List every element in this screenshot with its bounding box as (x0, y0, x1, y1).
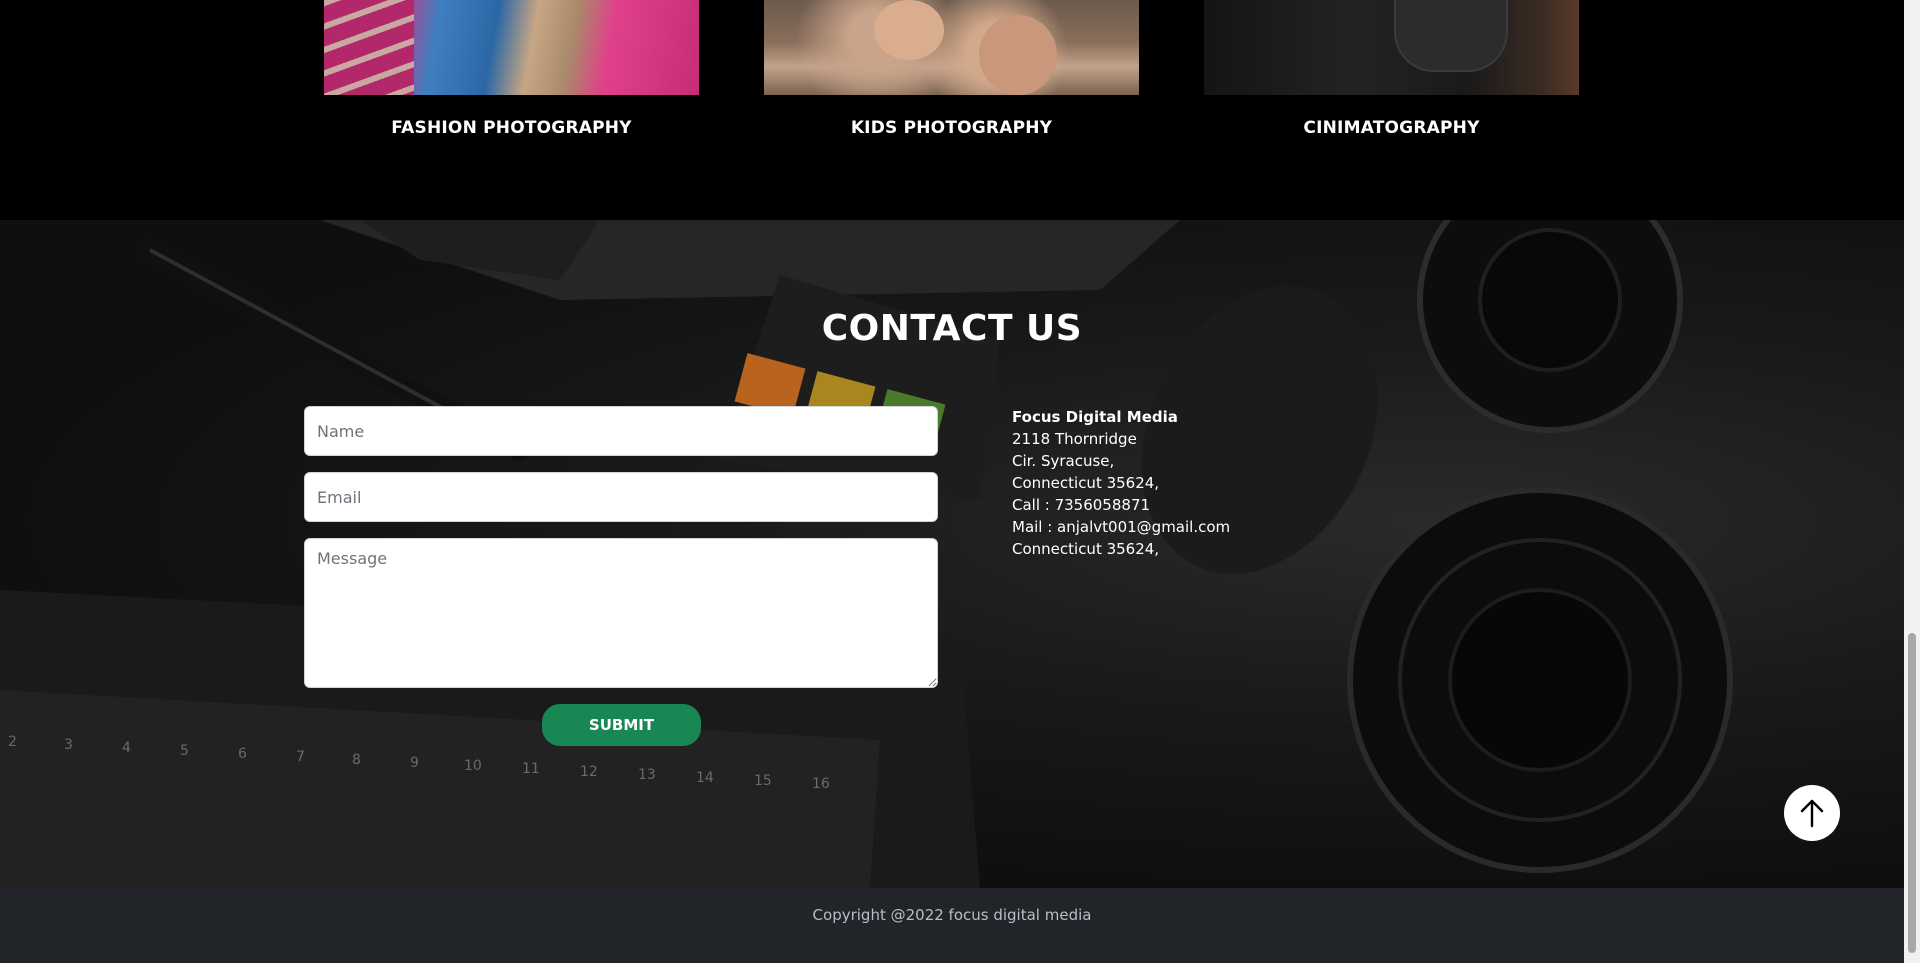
address-line: Connecticut 35624, (1012, 474, 1160, 492)
svg-text:7: 7 (296, 749, 305, 765)
fashion-photo (324, 0, 699, 95)
svg-text:2: 2 (8, 734, 17, 750)
contact-section: 2 3 4 5 6 7 8 9 10 11 12 13 14 15 16 CONTACT US SU… (0, 220, 1904, 888)
address-line: Cir. Syracuse, (1012, 452, 1115, 470)
arrow-up-icon (1800, 799, 1824, 828)
svg-text:6: 6 (238, 746, 247, 762)
address-line: Connecticut 35624, (1012, 540, 1160, 558)
page: FASHION PHOTOGRAPHY KIDS PHOTOGRAPHY CIN… (0, 0, 1904, 963)
svg-text:10: 10 (464, 758, 482, 774)
svg-text:14: 14 (696, 770, 714, 786)
kids-photo (764, 0, 1139, 95)
service-title: FASHION PHOTOGRAPHY (391, 118, 632, 138)
phone-text: Call : 7356058871 (1012, 496, 1151, 514)
page-scrollbar[interactable] (1904, 0, 1920, 963)
address-block: Focus Digital Media 2118 Thornridge Cir.… (1012, 406, 1230, 560)
contact-title: CONTACT US (821, 308, 1083, 349)
address-line: 2118 Thornridge (1012, 430, 1137, 448)
company-name: Focus Digital Media (1012, 408, 1178, 426)
services-section: FASHION PHOTOGRAPHY KIDS PHOTOGRAPHY CIN… (0, 0, 1904, 220)
back-to-top-button[interactable] (1784, 785, 1840, 841)
svg-text:15: 15 (754, 773, 772, 789)
svg-text:11: 11 (522, 761, 540, 777)
svg-text:3: 3 (64, 737, 73, 753)
name-input[interactable] (304, 406, 938, 456)
camera-shape (1394, 0, 1508, 72)
email-input[interactable] (304, 472, 938, 522)
lens-bottom-inner (1448, 588, 1632, 772)
scrollbar-thumb[interactable] (1908, 633, 1916, 953)
cinematography-photo (1204, 0, 1579, 95)
service-title: CINIMATOGRAPHY (1303, 118, 1480, 138)
svg-text:9: 9 (410, 755, 419, 771)
kid-face (979, 15, 1057, 95)
svg-text:5: 5 (180, 743, 189, 759)
svg-text:8: 8 (352, 752, 361, 768)
submit-button[interactable]: SUBMIT (542, 704, 701, 746)
footer: Copyright @2022 focus digital media (0, 888, 1904, 963)
svg-text:4: 4 (122, 740, 131, 756)
fashion-photo-stripes (324, 0, 414, 95)
mail-text: Mail : anjalvt001@gmail.com (1012, 518, 1231, 536)
copyright-text: Copyright @2022 focus digital media (812, 906, 1092, 924)
lens-top-inner (1478, 228, 1622, 372)
svg-text:12: 12 (580, 764, 598, 780)
svg-text:13: 13 (638, 767, 656, 783)
message-textarea[interactable] (304, 538, 938, 688)
svg-text:16: 16 (812, 776, 830, 792)
kid-face (874, 0, 944, 60)
service-title: KIDS PHOTOGRAPHY (850, 118, 1053, 138)
